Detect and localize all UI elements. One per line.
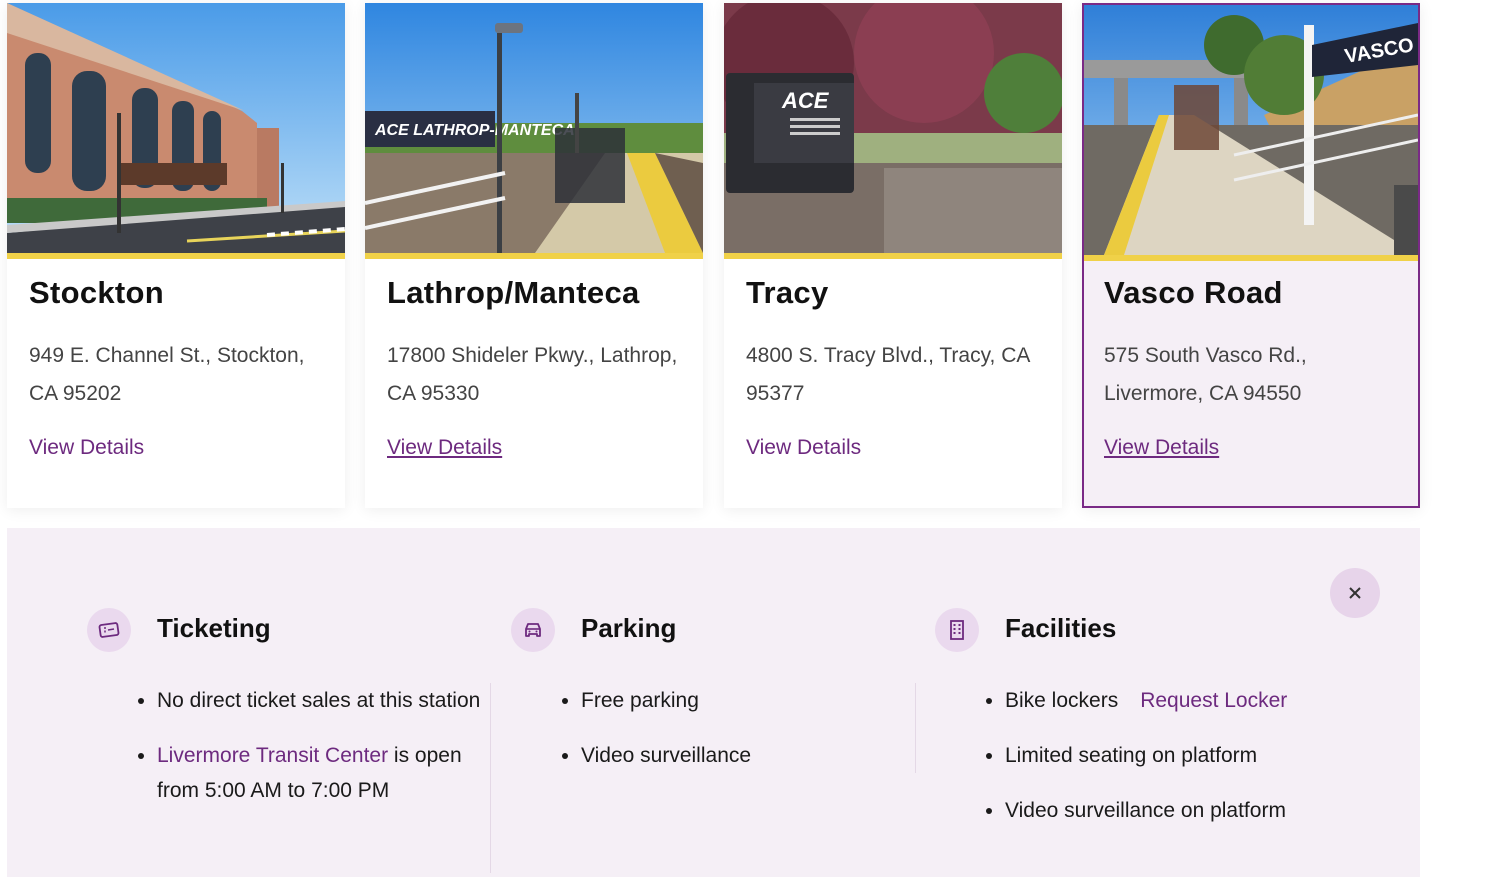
section-title: Ticketing	[157, 613, 271, 643]
list-item: Limited seating on platform	[1005, 738, 1425, 773]
photo-accent-bar	[724, 253, 1062, 259]
view-details-link[interactable]: View Details	[29, 436, 144, 460]
station-title: Lathrop/Manteca	[387, 275, 640, 310]
list-item: Video surveillance	[581, 738, 911, 773]
photo-accent-bar	[1084, 255, 1418, 261]
station-card-tracy[interactable]: ACE Tracy 4800 S. Tracy Blvd., Tracy, CA…	[724, 3, 1062, 508]
list-item-text: Bike lockers	[1005, 689, 1119, 712]
photo-accent-bar	[365, 253, 703, 259]
section-title: Facilities	[1005, 613, 1117, 643]
station-address: 949 E. Channel St., Stockton, CA 95202	[29, 344, 305, 405]
station-details-panel: Ticketing No direct ticket sales at this…	[7, 528, 1420, 877]
station-card-stockton[interactable]: Stockton 949 E. Channel St., Stockton, C…	[7, 3, 345, 508]
station-photo-vasco-road: VASCO	[1084, 5, 1418, 255]
close-icon	[1349, 587, 1361, 599]
station-card-lathrop-manteca[interactable]: ACE LATHROP-MANTECA Lathrop/Manteca 1780…	[365, 3, 703, 508]
photo-accent-bar	[7, 253, 345, 259]
sign-text: ACE LATHROP-MANTECA	[374, 122, 575, 139]
section-title: Parking	[581, 613, 677, 643]
list-item: Livermore Transit Center is open from 5:…	[157, 738, 487, 808]
view-details-link[interactable]: View Details	[1104, 436, 1219, 460]
station-title: Vasco Road	[1104, 275, 1283, 310]
facilities-list: Bike lockers Request Locker Limited seati…	[985, 683, 1425, 848]
station-address: 17800 Shideler Pkwy., Lathrop, CA 95330	[387, 344, 678, 405]
list-item-text: No direct ticket sales at this station	[157, 689, 481, 712]
building-icon	[935, 608, 979, 652]
station-card-vasco-road[interactable]: VASCO Vasco Road 575 South Vasco Rd., Li…	[1082, 3, 1420, 508]
view-details-link[interactable]: View Details	[387, 436, 502, 460]
close-button[interactable]	[1330, 568, 1380, 618]
list-item: No direct ticket sales at this station	[157, 683, 487, 718]
livermore-transit-center-link[interactable]: Livermore Transit Center	[157, 744, 388, 767]
station-title: Stockton	[29, 275, 165, 310]
list-item: Free parking	[581, 683, 911, 718]
car-icon	[511, 608, 555, 652]
station-photo-lathrop-manteca: ACE LATHROP-MANTECA	[365, 3, 703, 253]
ticket-icon	[87, 608, 131, 652]
station-address: 575 South Vasco Rd., Livermore, CA 94550	[1104, 344, 1307, 405]
list-item: Video surveillance on platform	[1005, 793, 1425, 828]
station-photo-stockton	[7, 3, 345, 253]
parking-list: Free parking Video surveillance	[561, 683, 911, 793]
request-locker-link[interactable]: Request Locker	[1140, 689, 1287, 712]
ticketing-list: No direct ticket sales at this station L…	[137, 683, 487, 828]
view-details-link[interactable]: View Details	[746, 436, 861, 460]
section-divider	[490, 683, 491, 873]
station-title: Tracy	[746, 275, 829, 310]
station-photo-tracy: ACE	[724, 3, 1062, 253]
station-address: 4800 S. Tracy Blvd., Tracy, CA 95377	[746, 344, 1030, 405]
list-item: Bike lockers Request Locker	[1005, 683, 1425, 718]
sign-text: ACE	[781, 88, 830, 113]
section-divider	[915, 683, 916, 773]
